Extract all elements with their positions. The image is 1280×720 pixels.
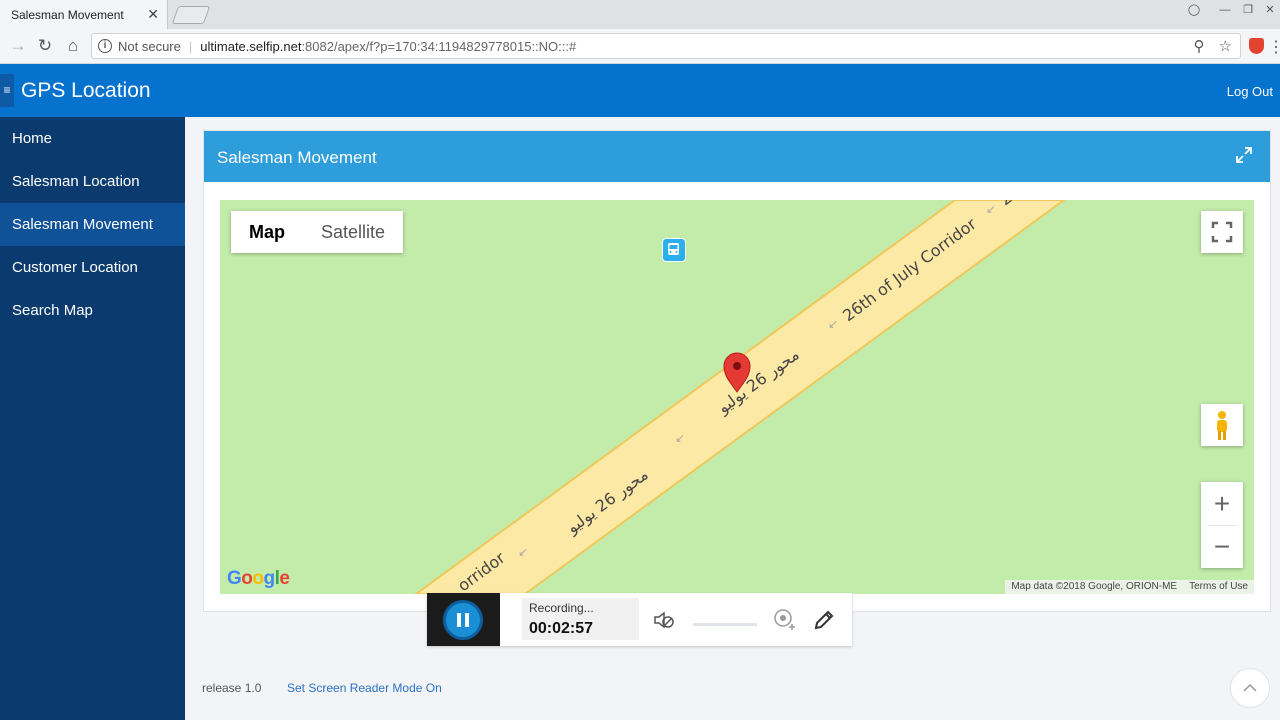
- browser-tab[interactable]: Salesman Movement ✕: [0, 0, 168, 29]
- bookmark-star-icon[interactable]: ☆: [1219, 37, 1232, 55]
- url-path: :8082/apex/f?p=170:34:1194829778015::NO:…: [301, 38, 577, 54]
- map-type-satellite[interactable]: Satellite: [303, 211, 403, 253]
- security-label: Not secure: [118, 38, 181, 54]
- app-title: GPS Location: [21, 79, 151, 102]
- google-logo: Google: [227, 568, 290, 589]
- terms-of-use-link[interactable]: Terms of Use: [1189, 580, 1248, 594]
- app-header: ≡ GPS Location Log Out: [0, 64, 1280, 117]
- street-view-pegman-icon[interactable]: [1201, 404, 1243, 446]
- logout-link[interactable]: Log Out: [1227, 84, 1273, 99]
- region-title: Salesman Movement: [217, 148, 377, 167]
- sidebar-item-home[interactable]: Home: [0, 117, 185, 160]
- region-header: Salesman Movement: [204, 131, 1270, 182]
- sidebar-item-customer-location[interactable]: Customer Location: [0, 246, 185, 289]
- new-tab-button[interactable]: [171, 6, 211, 24]
- browser-tabstrip: Salesman Movement ✕ ◯ — ❐ ✕: [0, 0, 1280, 29]
- webcam-icon[interactable]: [771, 607, 797, 633]
- map-type-control: Map Satellite: [231, 211, 404, 253]
- info-icon[interactable]: i: [98, 39, 112, 53]
- tab-title: Salesman Movement: [11, 7, 124, 22]
- url-host: ultimate.selfip.net: [200, 38, 302, 54]
- zoom-in-button[interactable]: +: [1201, 482, 1243, 525]
- map-data-text: Map data ©2018 Google, ORION-ME: [1011, 581, 1178, 592]
- direction-arrow-icon: ↙: [986, 202, 996, 216]
- map-type-map[interactable]: Map: [231, 211, 303, 253]
- recording-label: Recording...: [529, 601, 594, 615]
- back-icon[interactable]: →: [8, 36, 28, 56]
- zoom-control: + −: [1201, 482, 1243, 568]
- release-label: release 1.0: [202, 681, 262, 695]
- map-attribution: Map data ©2018 Google, ORION-ME Terms of…: [1005, 580, 1254, 594]
- expand-icon[interactable]: [1234, 145, 1254, 165]
- hamburger-icon[interactable]: ≡: [0, 74, 14, 107]
- pencil-icon[interactable]: [811, 607, 837, 633]
- scroll-to-top-button[interactable]: [1230, 668, 1270, 708]
- recording-status: Recording... 00:02:57: [522, 598, 639, 640]
- reload-icon[interactable]: ↻: [35, 36, 55, 56]
- direction-arrow-icon: ↙: [518, 545, 528, 559]
- address-bar[interactable]: i Not secure | ultimate.selfip.net:8082/…: [91, 33, 1241, 59]
- pause-button[interactable]: [443, 600, 483, 640]
- close-window-icon[interactable]: ✕: [1259, 2, 1280, 18]
- browser-toolbar: → ↻ ⌂ i Not secure | ultimate.selfip.net…: [0, 29, 1280, 64]
- screen-recorder-widget: Recording... 00:02:57: [427, 593, 852, 646]
- shield-icon[interactable]: [1249, 38, 1264, 54]
- volume-slider[interactable]: [693, 623, 757, 626]
- sidebar-item-salesman-location[interactable]: Salesman Location: [0, 160, 185, 203]
- google-map[interactable]: 26th of July Corridor محور 26 يوليو محور…: [220, 200, 1254, 594]
- bus-stop-icon[interactable]: [662, 238, 686, 262]
- sidebar-nav: Home Salesman Location Salesman Movement…: [0, 117, 185, 720]
- tab-close-icon[interactable]: ✕: [147, 6, 159, 23]
- road-layer: 26th of July Corridor محور 26 يوليو محور…: [414, 200, 1066, 594]
- recorder-panel: [427, 593, 500, 646]
- fullscreen-icon[interactable]: [1201, 211, 1243, 253]
- zoom-icon[interactable]: ⚲: [1194, 37, 1205, 55]
- recording-timer: 00:02:57: [529, 620, 594, 637]
- home-icon[interactable]: ⌂: [63, 36, 83, 56]
- direction-arrow-icon: ↙: [828, 317, 838, 331]
- mute-icon[interactable]: [651, 607, 677, 633]
- screen-reader-link[interactable]: Set Screen Reader Mode On: [287, 681, 442, 695]
- address-separator: |: [188, 38, 193, 54]
- menu-kebab-icon[interactable]: ⋮: [1268, 37, 1280, 57]
- direction-arrow-icon: ↙: [675, 431, 685, 445]
- profile-icon[interactable]: ◯: [1183, 2, 1205, 18]
- zoom-out-button[interactable]: −: [1201, 525, 1243, 568]
- chevron-up-icon: [1243, 683, 1257, 692]
- sidebar-item-search-map[interactable]: Search Map: [0, 289, 185, 332]
- minimize-icon[interactable]: —: [1214, 2, 1236, 18]
- sidebar-item-salesman-movement[interactable]: Salesman Movement: [0, 203, 185, 246]
- restore-icon[interactable]: ❐: [1237, 2, 1259, 18]
